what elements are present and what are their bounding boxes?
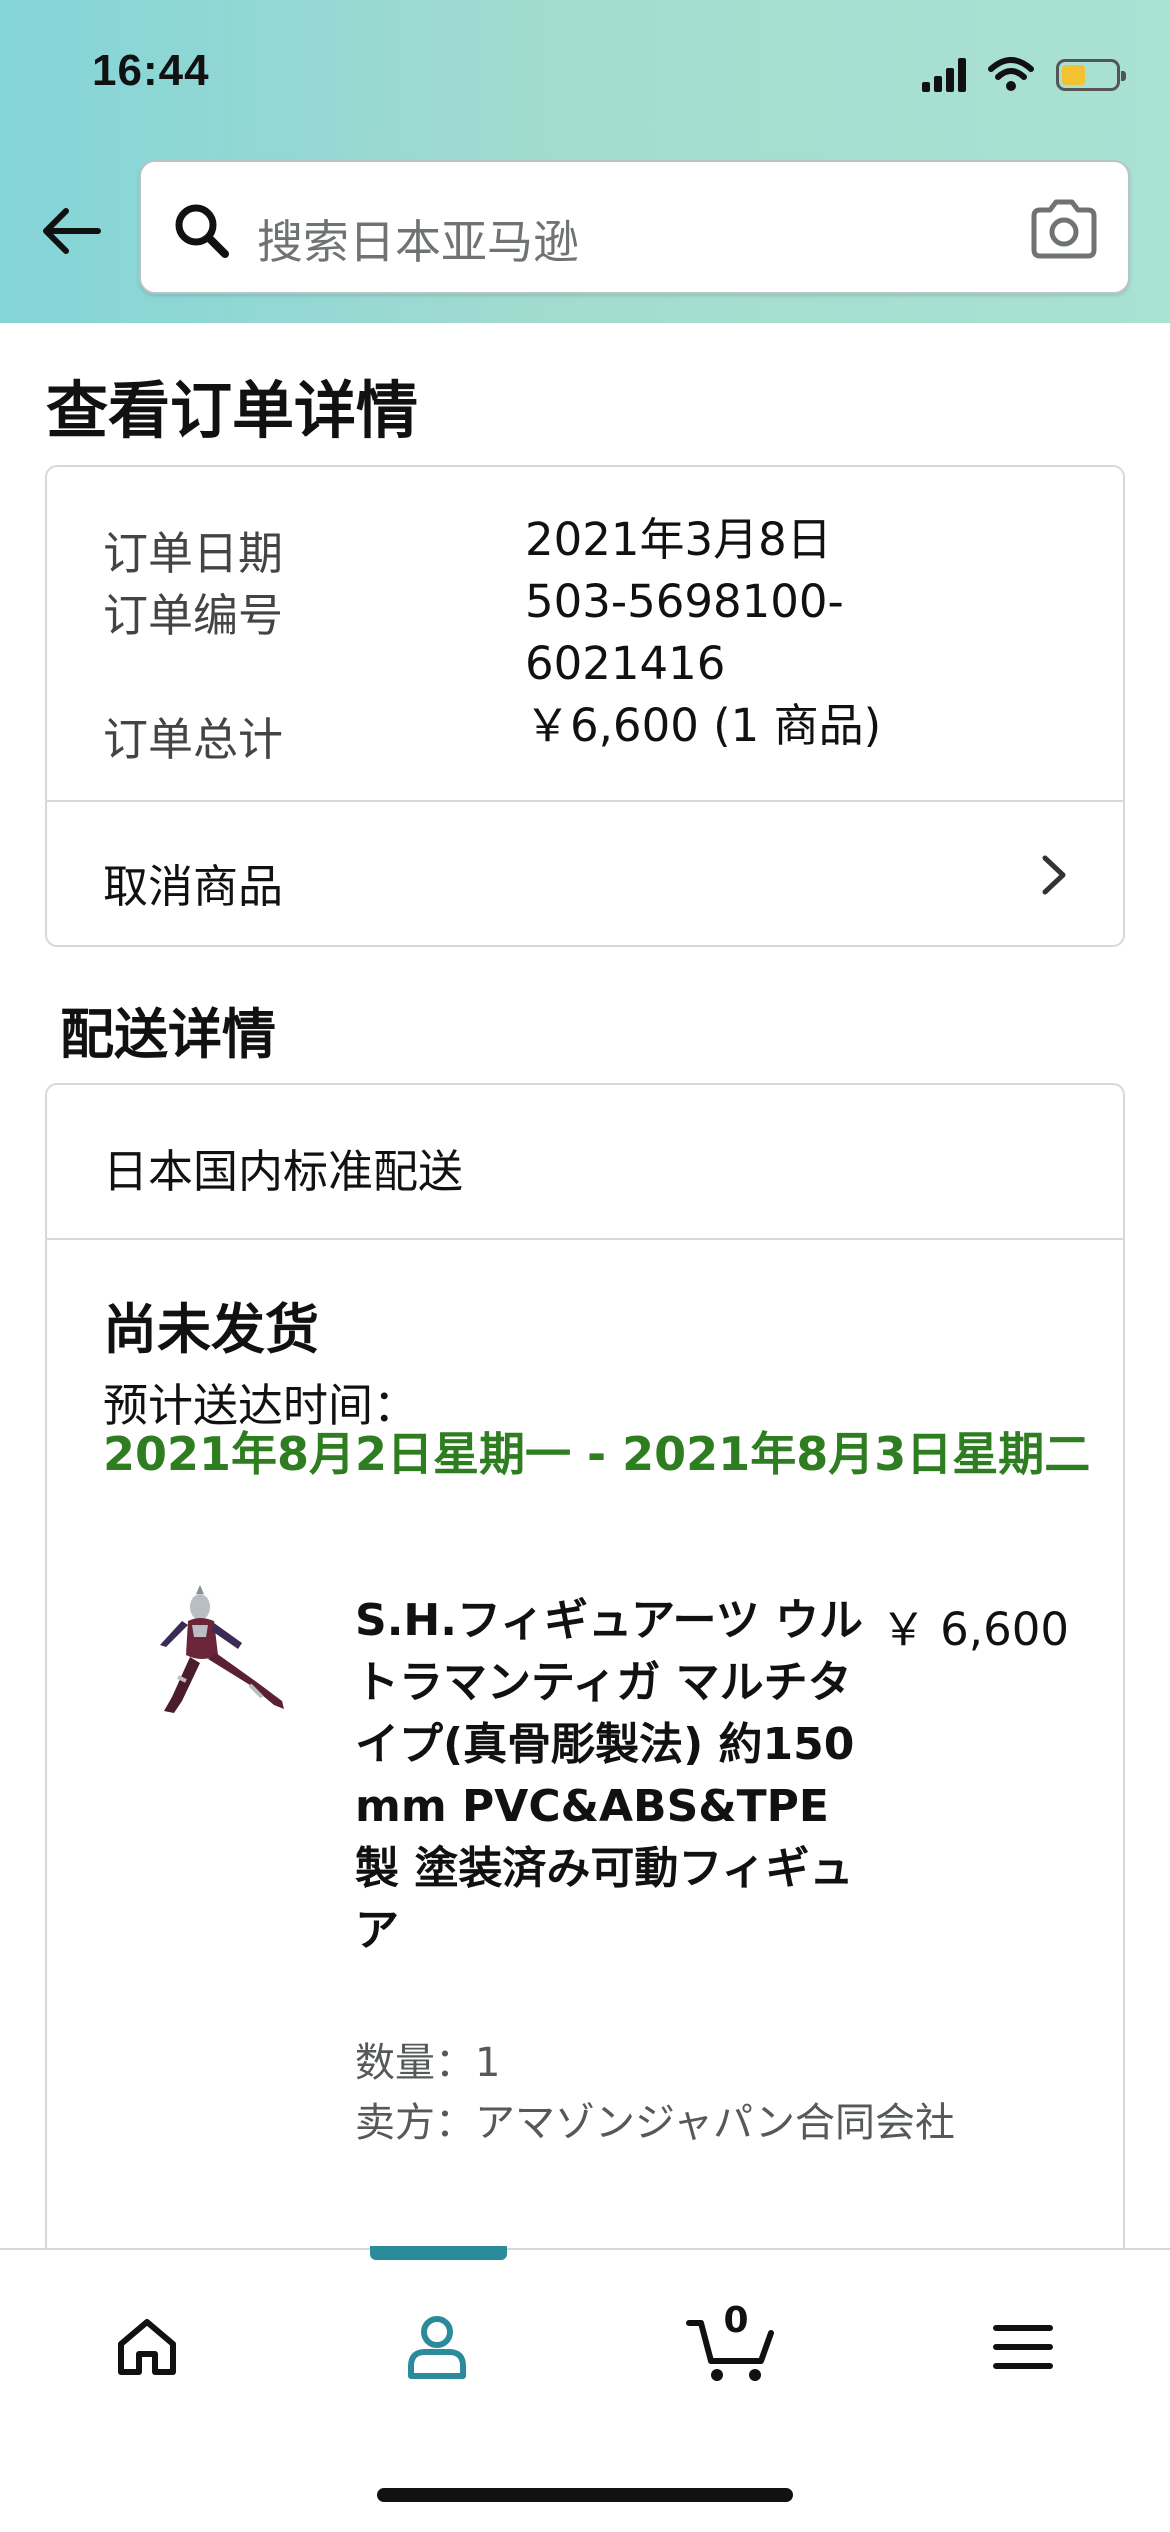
product-quantity: 数量：1	[355, 2040, 501, 2086]
cancel-items-row[interactable]: 取消商品	[47, 802, 1123, 947]
order-date-value: 2021年3月8日	[525, 513, 832, 566]
order-number-value-line2: 6021416	[525, 637, 726, 690]
wifi-icon	[988, 57, 1034, 91]
cancel-items-label: 取消商品	[103, 860, 284, 913]
shipping-method: 日本国内标准配送	[103, 1145, 464, 1198]
active-tab-indicator	[370, 2246, 507, 2260]
shipping-section-title: 配送详情	[60, 1003, 276, 1066]
product-title-link[interactable]: S.H.フィギュアーツ ウルトラマンティガ マルチタイプ(真骨彫製法) 約150…	[355, 1590, 865, 1962]
product-price: ￥ 6,600	[880, 1603, 1069, 1656]
cart-count-badge: 0	[723, 2300, 749, 2341]
status-time: 16:44	[92, 46, 210, 95]
cellular-signal-icon	[922, 58, 966, 92]
hamburger-menu-icon	[993, 2325, 1053, 2369]
order-number-label: 订单编号	[103, 589, 284, 642]
chevron-right-icon	[1042, 855, 1066, 895]
account-icon	[408, 2316, 466, 2379]
order-info: 订单日期 2021年3月8日 订单编号 503-5698100- 6021416…	[47, 467, 1123, 802]
tab-account[interactable]	[382, 2292, 492, 2402]
back-arrow-icon	[43, 208, 101, 254]
app-header: 16:44 搜索日本亚马逊	[0, 0, 1170, 323]
product-image[interactable]	[142, 1585, 307, 1735]
shipping-method-row: 日本国内标准配送	[47, 1085, 1123, 1240]
eta-value: 2021年8月2日星期一 - 2021年8月3日星期二	[103, 1427, 1091, 1481]
home-indicator[interactable]	[377, 2488, 793, 2502]
search-icon	[175, 204, 229, 258]
search-input[interactable]: 搜索日本亚马逊	[139, 160, 1130, 294]
order-total-label: 订单总计	[103, 713, 284, 766]
home-icon	[118, 2319, 176, 2375]
order-total-value: ￥6,600 (1 商品)	[525, 699, 882, 752]
status-icons	[922, 50, 1126, 100]
back-button[interactable]	[36, 196, 106, 266]
order-number-value-line1: 503-5698100-	[525, 575, 844, 628]
camera-icon[interactable]	[1028, 198, 1100, 260]
battery-icon	[1056, 59, 1126, 91]
tab-home[interactable]	[92, 2292, 202, 2402]
tab-cart[interactable]: 0	[676, 2292, 786, 2402]
shipment-status: 尚未发货	[103, 1298, 319, 1361]
search-placeholder: 搜索日本亚马逊	[257, 215, 579, 269]
tab-menu[interactable]	[968, 2292, 1078, 2402]
product-seller: 卖方：アマゾンジャパン合同会社	[355, 2100, 955, 2146]
page-title: 查看订单详情	[46, 374, 419, 447]
order-date-label: 订单日期	[103, 527, 284, 580]
shipment-card: 日本国内标准配送 尚未发货 预计送达时间： 2021年8月2日星期一 - 202…	[45, 1083, 1125, 2273]
order-summary-card: 订单日期 2021年3月8日 订单编号 503-5698100- 6021416…	[45, 465, 1125, 947]
